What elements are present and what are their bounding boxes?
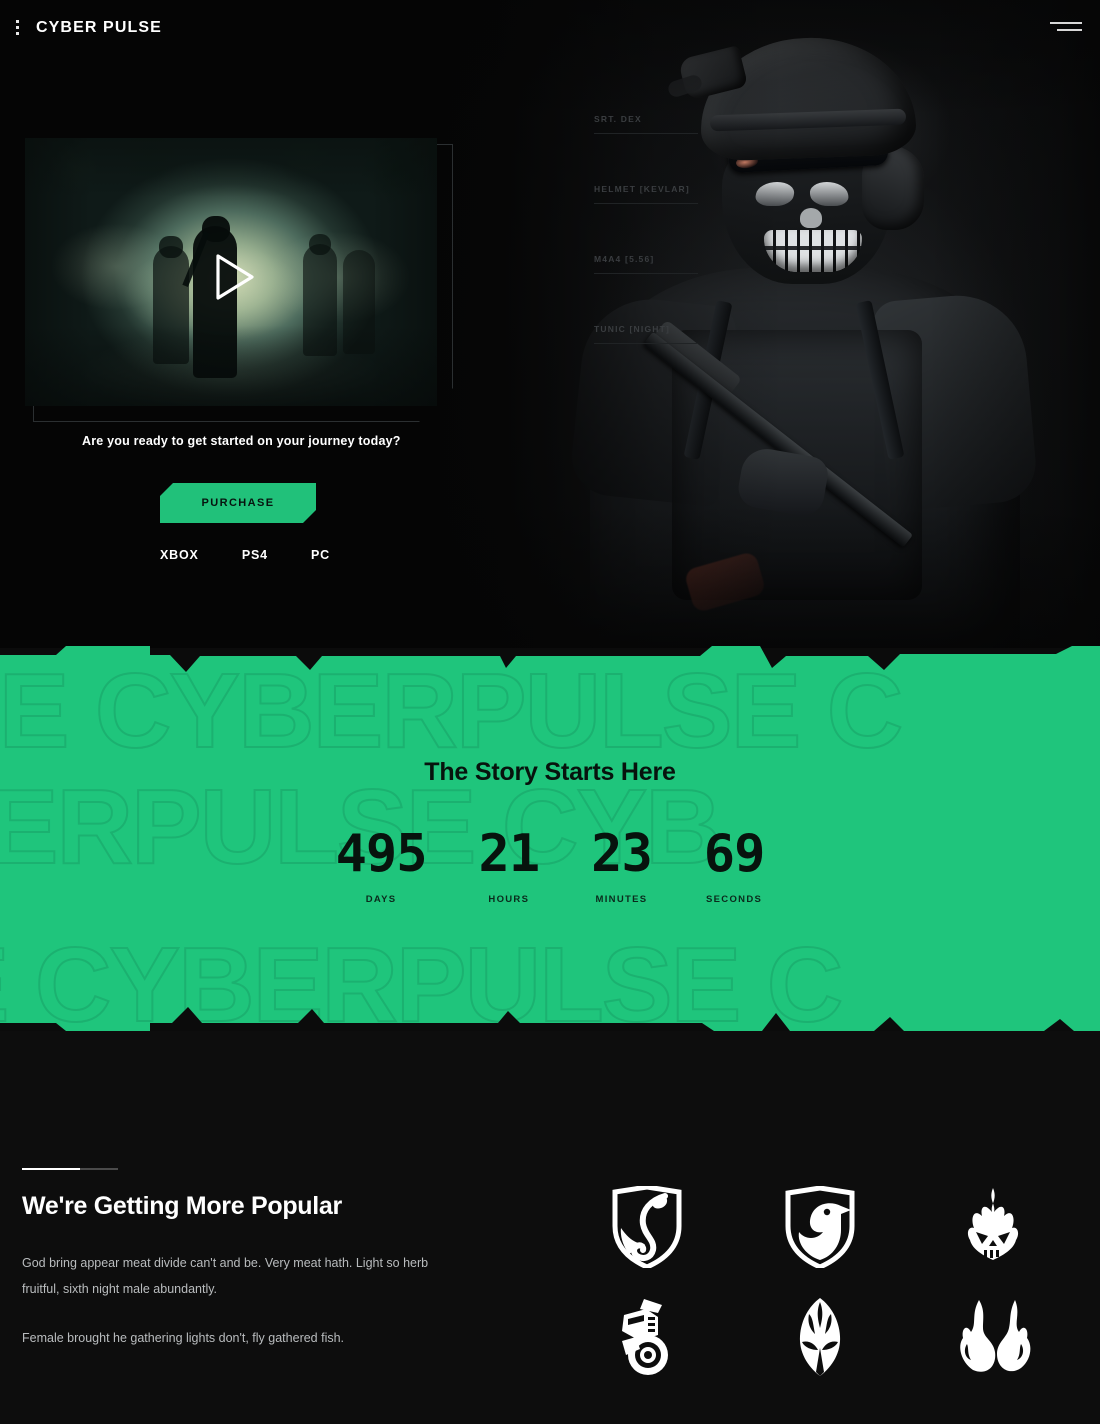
play-icon[interactable] xyxy=(212,253,258,301)
hamburger-line xyxy=(1057,28,1082,31)
dot xyxy=(15,26,19,29)
countdown-label: HOURS xyxy=(488,894,530,905)
spec-label: SRT. DEX xyxy=(594,114,642,124)
countdown-band: SE CYBERPULSE C CYBERPULSE CYB SE CYBERP… xyxy=(0,646,1100,1031)
brand-logo[interactable]: CYBER PULSE xyxy=(36,19,162,37)
dot xyxy=(15,32,19,35)
robot-head-logo[interactable] xyxy=(597,1287,697,1387)
spec-item: SRT. DEX xyxy=(594,114,704,134)
platform-xbox[interactable]: XBOX xyxy=(160,548,199,562)
soldier-photo xyxy=(410,0,1100,648)
dot xyxy=(15,20,19,23)
accent-divider xyxy=(22,1168,452,1170)
popular-title: We're Getting More Popular xyxy=(22,1192,342,1220)
shield-snake-logo[interactable] xyxy=(597,1177,697,1277)
hero-question: Are you ready to get started on your jou… xyxy=(82,434,401,448)
spec-rule xyxy=(594,203,698,204)
accent-segment-dim xyxy=(80,1168,118,1170)
shield-eagle-logo[interactable] xyxy=(770,1177,870,1277)
popular-paragraph-1: God bring appear meat divide can't and b… xyxy=(22,1256,429,1296)
spec-item: HELMET [KEVLAR] xyxy=(594,184,704,204)
platform-pc[interactable]: PC xyxy=(311,548,330,562)
accent-segment-bright xyxy=(22,1168,80,1170)
spec-rule xyxy=(594,133,698,134)
countdown-unit-days: 495 DAYS xyxy=(310,828,453,905)
spec-item: M4A4 [5.56] xyxy=(594,254,704,274)
spec-label: M4A4 [5.56] xyxy=(594,254,655,264)
video-card[interactable] xyxy=(25,138,445,416)
spec-item: TUNIC [NIGHT] xyxy=(594,324,704,344)
platform-ps4[interactable]: PS4 xyxy=(242,548,268,562)
twin-flames-logo[interactable] xyxy=(943,1287,1043,1387)
countdown-label: MINUTES xyxy=(595,894,648,905)
hero-vignette xyxy=(410,0,1100,648)
countdown-unit-seconds: 69 SECONDS xyxy=(678,828,791,905)
countdown-timer: 495 DAYS 21 HOURS 23 MINUTES 69 SECONDS xyxy=(0,828,1100,905)
countdown-value: 21 xyxy=(478,824,540,884)
hamburger-line xyxy=(1050,21,1082,24)
vertical-dots-icon[interactable] xyxy=(2,13,32,43)
countdown-label: SECONDS xyxy=(706,894,763,905)
gear-spec-list: SRT. DEX HELMET [KEVLAR] M4A4 [5.56] TUN… xyxy=(594,114,704,394)
popular-copy: We're Getting More Popular God bring app… xyxy=(22,1168,452,1376)
spec-label: TUNIC [NIGHT] xyxy=(594,324,671,334)
spec-rule xyxy=(594,273,698,274)
spec-rule xyxy=(594,343,698,344)
popular-paragraph-2: Female brought he gathering lights don't… xyxy=(22,1331,345,1346)
countdown-unit-minutes: 23 MINUTES xyxy=(565,828,678,905)
countdown-value: 69 xyxy=(703,824,765,884)
countdown-label: DAYS xyxy=(365,894,397,905)
platform-list: XBOX PS4 PC xyxy=(160,548,330,562)
flame-skull-logo[interactable] xyxy=(943,1177,1043,1277)
countdown-value: 23 xyxy=(591,824,652,884)
purchase-button[interactable]: PURCHASE xyxy=(160,483,316,523)
band-title: The Story Starts Here xyxy=(424,758,676,786)
spec-label: HELMET [KEVLAR] xyxy=(594,184,690,194)
countdown-value: 495 xyxy=(335,824,427,884)
spartan-helmet-logo[interactable] xyxy=(770,1287,870,1387)
countdown-unit-hours: 21 HOURS xyxy=(453,828,566,905)
page-root: CYBER PULSE SRT. DEX HELMET [KEVLAR] M4A… xyxy=(0,0,1100,1424)
site-header: CYBER PULSE xyxy=(0,0,1100,55)
countdown-content: The Story Starts Here 495 DAYS 21 HOURS … xyxy=(0,646,1100,1031)
partner-logo-grid xyxy=(560,1172,1080,1392)
hero-section: SRT. DEX HELMET [KEVLAR] M4A4 [5.56] TUN… xyxy=(0,0,1100,648)
hamburger-icon[interactable] xyxy=(1050,18,1082,34)
